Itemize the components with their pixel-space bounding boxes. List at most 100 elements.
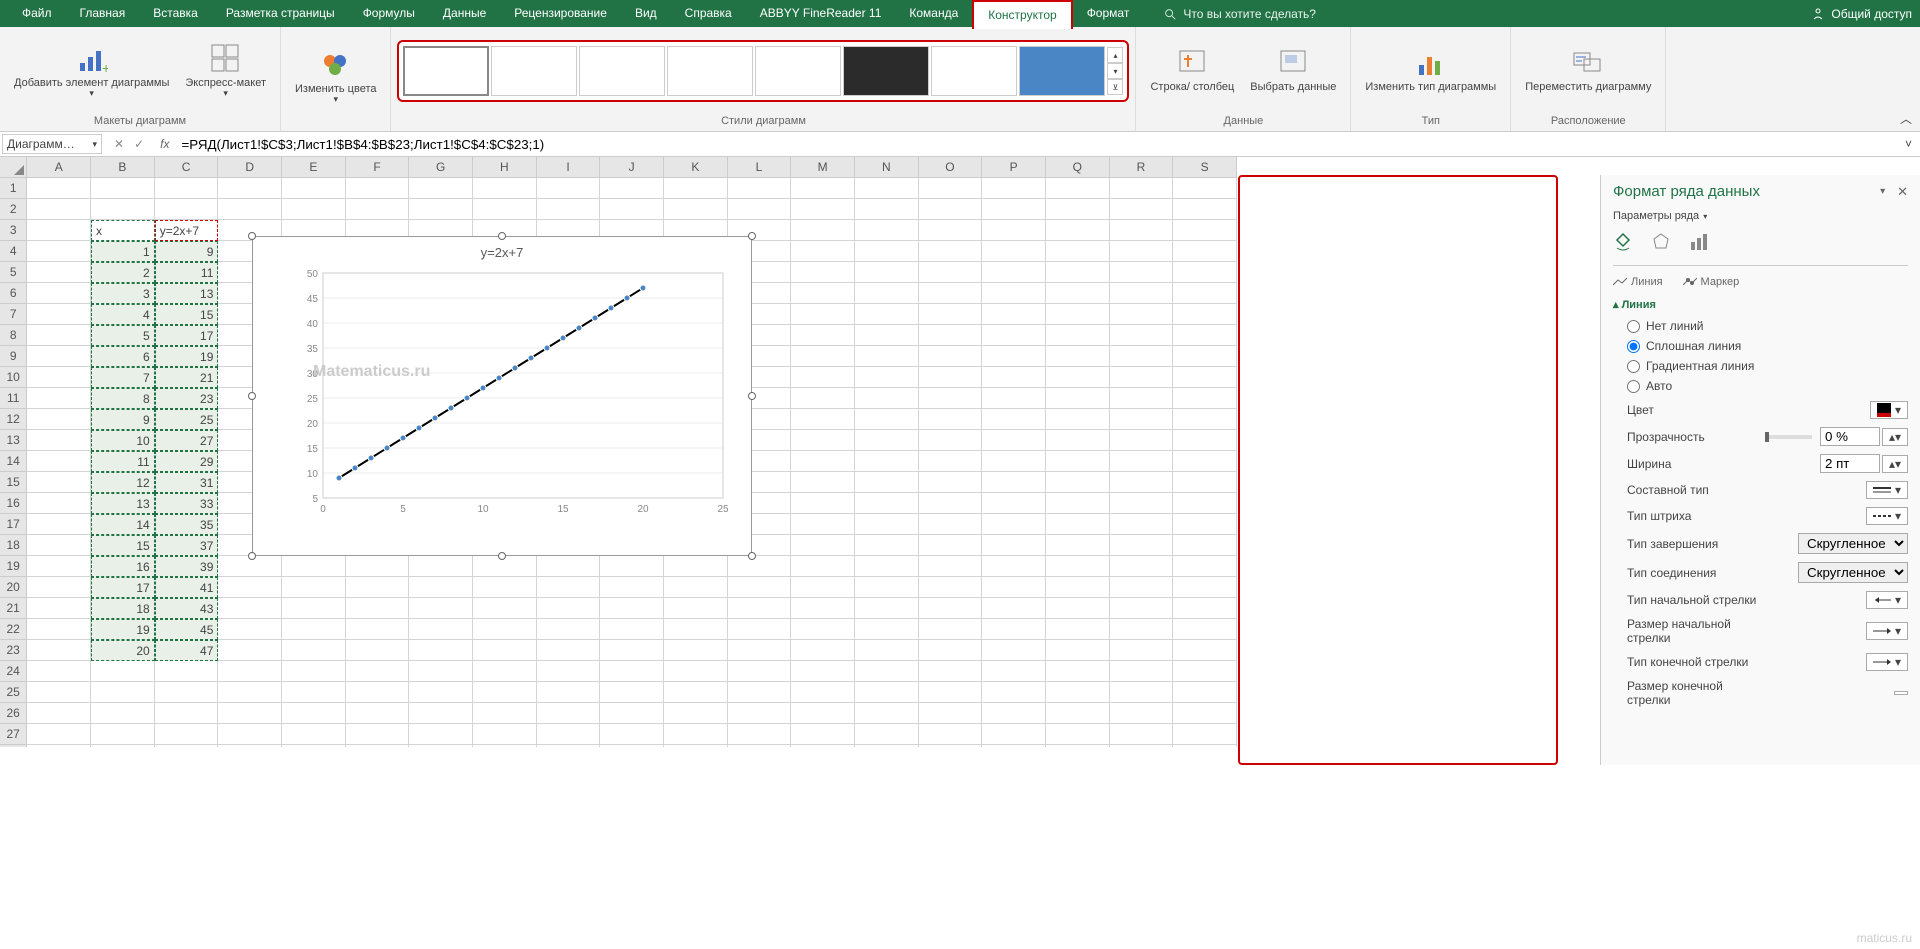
cell[interactable] <box>1046 220 1110 241</box>
column-header[interactable]: N <box>855 157 919 177</box>
cell[interactable] <box>155 745 219 747</box>
cell[interactable] <box>855 703 919 724</box>
chart-style-3[interactable] <box>579 46 665 96</box>
cell[interactable] <box>282 640 346 661</box>
cell[interactable]: 25 <box>155 409 219 430</box>
cell[interactable] <box>791 640 855 661</box>
row-header[interactable]: 16 <box>0 493 27 514</box>
column-header[interactable]: Q <box>1046 157 1110 177</box>
pane-dropdown-icon[interactable]: ▾ <box>1880 186 1885 197</box>
cell[interactable] <box>282 619 346 640</box>
column-header[interactable]: M <box>791 157 855 177</box>
cell[interactable] <box>1110 241 1174 262</box>
cell[interactable] <box>1110 514 1174 535</box>
cell[interactable] <box>1110 535 1174 556</box>
cell[interactable] <box>855 430 919 451</box>
cell[interactable] <box>1046 577 1110 598</box>
cell[interactable] <box>346 682 410 703</box>
cell[interactable] <box>982 283 1046 304</box>
cell[interactable] <box>982 472 1046 493</box>
cell[interactable] <box>282 745 346 747</box>
cell[interactable]: 15 <box>91 535 155 556</box>
cell[interactable] <box>409 178 473 199</box>
column-header[interactable]: R <box>1110 157 1174 177</box>
cell[interactable]: 41 <box>155 577 219 598</box>
cell[interactable] <box>919 199 983 220</box>
ribbon-tab-вид[interactable]: Вид <box>621 0 671 27</box>
column-header[interactable]: G <box>409 157 473 177</box>
cell[interactable] <box>1110 430 1174 451</box>
cell[interactable] <box>791 682 855 703</box>
cell[interactable] <box>473 724 537 745</box>
cell[interactable] <box>1046 325 1110 346</box>
cell[interactable] <box>537 577 601 598</box>
cell[interactable]: 35 <box>155 514 219 535</box>
row-header[interactable]: 3 <box>0 220 27 241</box>
column-header[interactable]: L <box>728 157 792 177</box>
cell[interactable] <box>282 556 346 577</box>
cell[interactable] <box>1110 262 1174 283</box>
cell[interactable] <box>982 241 1046 262</box>
tab-marker[interactable]: Маркер <box>1683 276 1740 288</box>
chart-style-2[interactable] <box>491 46 577 96</box>
cell[interactable] <box>1173 682 1237 703</box>
cell[interactable] <box>282 703 346 724</box>
cell[interactable] <box>982 577 1046 598</box>
cell[interactable] <box>218 619 282 640</box>
cell[interactable] <box>855 661 919 682</box>
cell[interactable]: 19 <box>91 619 155 640</box>
cell[interactable] <box>1110 178 1174 199</box>
cell[interactable] <box>473 703 537 724</box>
ribbon-tab-команда[interactable]: Команда <box>895 0 972 27</box>
cell[interactable] <box>982 514 1046 535</box>
tab-line[interactable]: Линия <box>1613 276 1663 288</box>
cell[interactable] <box>27 535 91 556</box>
cell[interactable] <box>600 724 664 745</box>
cell[interactable] <box>791 304 855 325</box>
cell[interactable] <box>346 178 410 199</box>
cell[interactable] <box>537 745 601 747</box>
cell[interactable] <box>982 409 1046 430</box>
cell[interactable] <box>1046 745 1110 747</box>
select-data-button[interactable]: Выбрать данные <box>1242 43 1344 98</box>
cell[interactable] <box>1110 199 1174 220</box>
cap-type-select[interactable]: Скругленное <box>1798 533 1908 554</box>
row-header[interactable]: 25 <box>0 682 27 703</box>
cell[interactable] <box>791 556 855 577</box>
cell[interactable] <box>1110 451 1174 472</box>
cell[interactable] <box>27 325 91 346</box>
cell[interactable] <box>1046 262 1110 283</box>
cell[interactable] <box>919 325 983 346</box>
cell[interactable]: 11 <box>91 451 155 472</box>
cell[interactable] <box>855 682 919 703</box>
cell[interactable] <box>919 388 983 409</box>
cell[interactable] <box>27 472 91 493</box>
cell[interactable] <box>1173 304 1237 325</box>
cell[interactable] <box>409 598 473 619</box>
cell[interactable] <box>27 451 91 472</box>
cell[interactable] <box>282 682 346 703</box>
cell[interactable]: 8 <box>91 388 155 409</box>
cell[interactable]: 12 <box>91 472 155 493</box>
cell[interactable] <box>855 409 919 430</box>
cell[interactable] <box>1110 220 1174 241</box>
cell[interactable] <box>1046 535 1110 556</box>
dash-type-dropdown[interactable]: ▾ <box>1866 507 1908 525</box>
column-header[interactable]: E <box>282 157 346 177</box>
cell[interactable]: 2 <box>91 262 155 283</box>
chart-style-7[interactable] <box>931 46 1017 96</box>
cell[interactable] <box>728 661 792 682</box>
cell[interactable] <box>537 619 601 640</box>
chart-object[interactable]: y=2x+7 Matematicus.ru 510152025303540455… <box>252 236 752 556</box>
compound-type-dropdown[interactable]: ▾ <box>1866 481 1908 499</box>
cell[interactable] <box>982 640 1046 661</box>
cell[interactable] <box>728 199 792 220</box>
cell[interactable] <box>537 199 601 220</box>
cell[interactable]: 3 <box>91 283 155 304</box>
cell[interactable] <box>982 619 1046 640</box>
cell[interactable] <box>791 325 855 346</box>
cell[interactable] <box>791 745 855 747</box>
cell[interactable]: 19 <box>155 346 219 367</box>
cell[interactable] <box>1046 430 1110 451</box>
accept-icon[interactable]: ✓ <box>134 137 144 151</box>
